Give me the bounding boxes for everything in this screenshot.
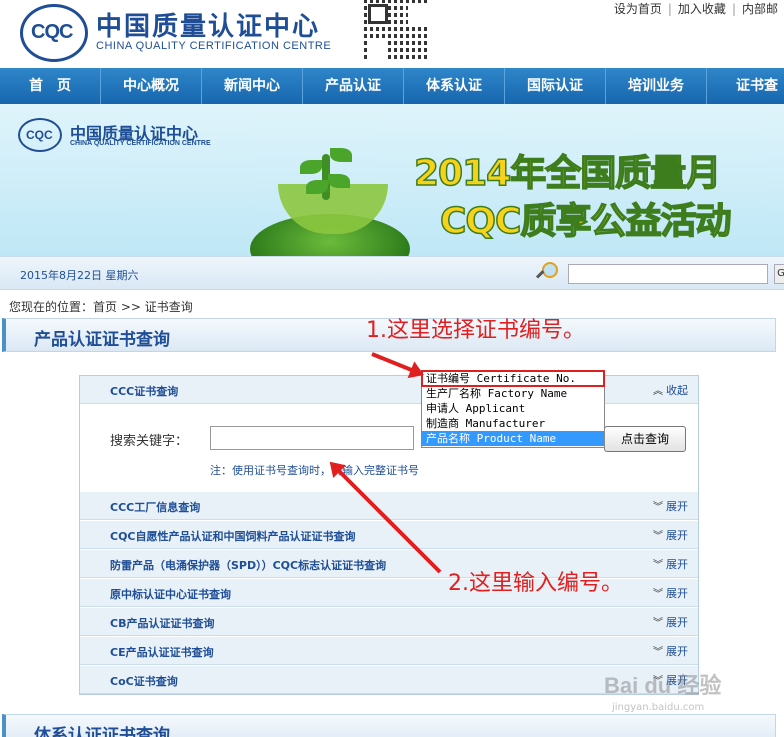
- option-product-name[interactable]: 产品名称 Product Name: [422, 431, 604, 446]
- row-title: CCC工厂信息查询: [110, 501, 201, 514]
- ccc-search-area: 搜索关键字： 点击查询 注：使用证书号查询时，请输入完整证书号: [80, 404, 698, 492]
- chevron-down-icon: ︾: [653, 618, 663, 629]
- current-date: 2015年8月22日 星期六: [20, 269, 139, 282]
- cqc-logo-mark: CQC: [20, 4, 88, 62]
- set-homepage-link[interactable]: 设为首页: [608, 0, 668, 17]
- nav-product-cert[interactable]: 产品认证: [303, 68, 404, 104]
- option-applicant[interactable]: 申请人 Applicant: [422, 401, 604, 416]
- option-certificate-no[interactable]: 证书编号 Certificate No.: [421, 370, 605, 387]
- nav-international-cert[interactable]: 国际认证: [505, 68, 606, 104]
- leaf-graphic: [306, 180, 328, 194]
- banner-logo-mark: CQC: [18, 118, 62, 152]
- baidu-watermark: Bai du 经验: [604, 673, 722, 698]
- nav-news[interactable]: 新闻中心: [202, 68, 303, 104]
- quality-month-banner[interactable]: CQC 中国质量认证中心 CHINA QUALITY CERTIFICATION…: [0, 104, 784, 256]
- row-title: 防雷产品（电涌保护器（SPD））CQC标志认证证书查询: [110, 559, 387, 572]
- query-button[interactable]: 点击查询: [604, 426, 686, 452]
- annotation-arrow-1: [371, 352, 421, 376]
- leaf-graphic: [330, 148, 352, 162]
- chevron-down-icon: ︾: [653, 560, 663, 571]
- baidu-watermark-url: jingyan.baidu.com: [612, 702, 705, 713]
- magnifier-icon: [536, 262, 558, 282]
- expand-link[interactable]: ︾ 展开: [653, 556, 688, 572]
- banner-headline-1: 2014年全国质量月: [413, 152, 722, 195]
- chevron-down-icon: ︾: [653, 589, 663, 600]
- keyword-label: 搜索关键字：: [110, 434, 189, 449]
- site-header: CQC 中国质量认证中心 CHINA QUALITY CERTIFICATION…: [0, 0, 784, 68]
- ccc-factory-query-row[interactable]: CCC工厂信息查询 ︾ 展开: [80, 492, 698, 520]
- chevron-up-icon: ︽: [653, 386, 663, 397]
- search-type-dropdown[interactable]: 证书编号 Certificate No. 生产厂名称 Factory Name …: [421, 370, 605, 448]
- expand-link[interactable]: ︾ 展开: [653, 498, 688, 514]
- nav-home[interactable]: 首 页: [0, 68, 101, 104]
- row-title: CQC自愿性产品认证和中国饲料产品认证证书查询: [110, 530, 356, 543]
- nav-training[interactable]: 培训业务: [606, 68, 707, 104]
- ce-query-row[interactable]: CE产品认证证书查询 ︾ 展开: [80, 637, 698, 665]
- row-title: 原中标认证中心证书查询: [110, 588, 231, 601]
- banner-logo-english: CHINA QUALITY CERTIFICATION CENTRE: [70, 140, 211, 147]
- qr-code-image: [364, 0, 430, 62]
- ccc-query-title: CCC证书查询: [110, 385, 179, 398]
- option-manufacturer[interactable]: 制造商 Manufacturer: [422, 416, 604, 431]
- date-search-bar: 2015年8月22日 星期六 G: [0, 256, 784, 290]
- query-panel: CCC证书查询 ︽ 收起 搜索关键字： 点击查询 注：使用证书号查询时，请输入完整…: [79, 375, 699, 695]
- add-favorite-link[interactable]: 加入收藏: [672, 0, 732, 17]
- ccc-query-header[interactable]: CCC证书查询 ︽ 收起: [80, 376, 698, 404]
- site-search-input[interactable]: [568, 264, 768, 284]
- chevron-down-icon: ︾: [653, 647, 663, 658]
- search-note: 注：使用证书号查询时，请输入完整证书号: [210, 464, 419, 477]
- breadcrumb: 您现在的位置：首页 >> 证书查询: [9, 300, 193, 314]
- nav-system-cert[interactable]: 体系认证: [404, 68, 505, 104]
- main-nav: 首 页 中心概况 新闻中心 产品认证 体系认证 国际认证 培训业务 证书查: [0, 68, 784, 104]
- cqc-logo[interactable]: CQC 中国质量认证中心 CHINA QUALITY CERTIFICATION…: [20, 4, 340, 62]
- system-cert-section-header: 体系认证证书查询: [2, 714, 776, 737]
- row-title: CoC证书查询: [110, 675, 178, 688]
- expand-link[interactable]: ︾ 展开: [653, 614, 688, 630]
- banner-headline-2: CQC质享公益活动: [439, 200, 732, 243]
- expand-link[interactable]: ︾ 展开: [653, 643, 688, 659]
- leaf-graphic: [328, 174, 350, 188]
- cb-query-row[interactable]: CB产品认证证书查询 ︾ 展开: [80, 608, 698, 636]
- keyword-input[interactable]: [210, 426, 414, 450]
- internal-mail-link[interactable]: 内部邮: [736, 0, 784, 17]
- annotation-step2: 2.这里输入编号。: [448, 571, 623, 596]
- nav-about[interactable]: 中心概况: [101, 68, 202, 104]
- row-title: CB产品认证证书查询: [110, 617, 215, 630]
- chevron-down-icon: ︾: [653, 531, 663, 542]
- nav-cert-query[interactable]: 证书查: [707, 68, 784, 104]
- top-links: 设为首页 | 加入收藏 | 内部邮: [608, 0, 784, 17]
- logo-english-name: CHINA QUALITY CERTIFICATION CENTRE: [96, 40, 332, 52]
- expand-link[interactable]: ︾ 展开: [653, 585, 688, 601]
- section-title: 体系认证证书查询: [34, 726, 170, 737]
- collapse-link[interactable]: ︽ 收起: [653, 382, 688, 398]
- option-factory-name[interactable]: 生产厂名称 Factory Name: [422, 386, 604, 401]
- section-title: 产品认证证书查询: [34, 330, 170, 350]
- annotation-step1: 1.这里选择证书编号。: [366, 318, 585, 343]
- row-title: CE产品认证证书查询: [110, 646, 214, 659]
- expand-link[interactable]: ︾ 展开: [653, 527, 688, 543]
- site-search-button[interactable]: G: [774, 264, 784, 284]
- cqc-voluntary-query-row[interactable]: CQC自愿性产品认证和中国饲料产品认证证书查询 ︾ 展开: [80, 521, 698, 549]
- chevron-down-icon: ︾: [653, 502, 663, 513]
- logo-chinese-name: 中国质量认证中心: [96, 12, 321, 42]
- leaf-graphic: [300, 160, 322, 174]
